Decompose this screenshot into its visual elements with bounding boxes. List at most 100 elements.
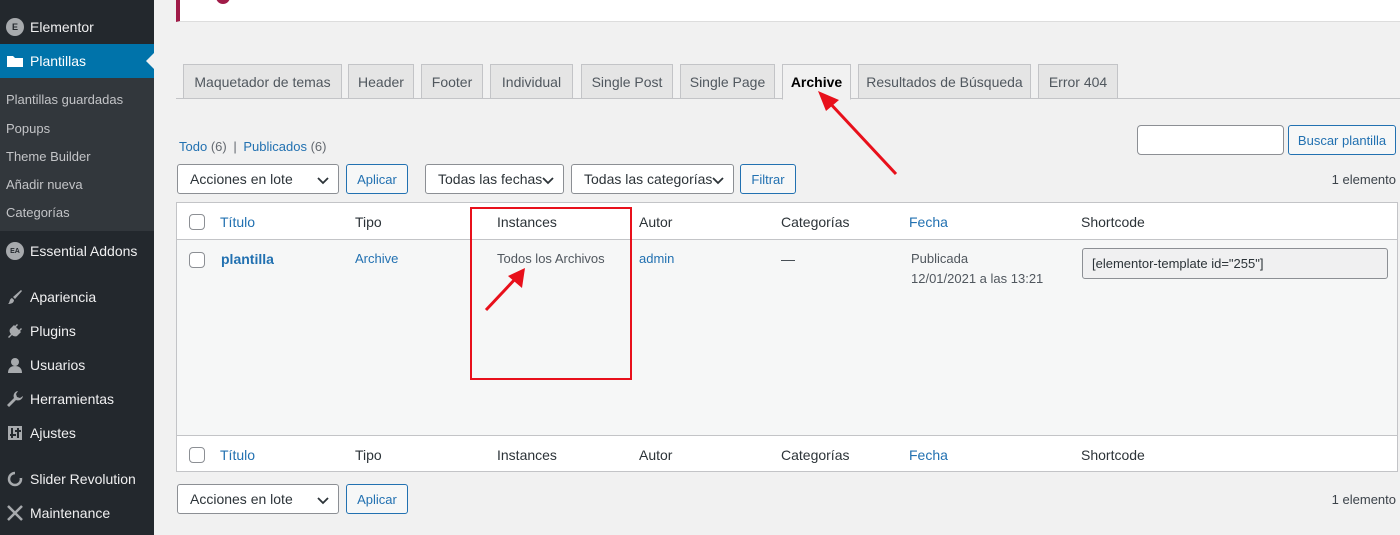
filter-todo-count: (6): [210, 139, 227, 154]
row-checkbox[interactable]: [189, 252, 205, 268]
menu-plantillas-label: Plantillas: [30, 53, 87, 69]
refresh-icon: [0, 470, 30, 488]
settings-icon: [0, 424, 30, 442]
column-instances-footer: Instances: [497, 447, 557, 463]
menu-ajustes-label: Ajustes: [30, 425, 76, 441]
menu-slider-revolution[interactable]: Slider Revolution: [0, 462, 154, 496]
paintbrush-icon: [0, 288, 30, 306]
row-status: Publicada: [911, 251, 969, 266]
bulk-actions-value: Acciones en lote: [190, 171, 293, 187]
table-footer: Título Tipo Instances Autor Categorías F…: [177, 435, 1397, 472]
menu-herramientas[interactable]: Herramientas: [0, 382, 154, 416]
row-categories: —: [781, 251, 795, 267]
menu-essential-addons[interactable]: EA Essential Addons: [0, 234, 154, 268]
notice-logo-icon: [216, 0, 230, 4]
tab-single-post[interactable]: Single Post: [581, 64, 673, 99]
column-author-footer: Autor: [639, 447, 673, 463]
apply-button-bottom[interactable]: Aplicar: [346, 484, 408, 514]
menu-herramientas-label: Herramientas: [30, 391, 115, 407]
tab-single-page[interactable]: Single Page: [680, 64, 775, 99]
submenu-popups[interactable]: Popups: [6, 121, 50, 136]
menu-essential-label: Essential Addons: [30, 243, 138, 259]
table-row: plantilla Archive Todos los Archivos adm…: [177, 240, 1397, 435]
submenu-theme-builder[interactable]: Theme Builder: [6, 149, 91, 164]
tab-resultados-busqueda[interactable]: Resultados de Búsqueda: [858, 64, 1031, 99]
column-title-footer[interactable]: Título: [220, 447, 255, 463]
shortcode-value: [elementor-template id="255"]: [1092, 256, 1264, 271]
menu-maintenance[interactable]: Maintenance: [0, 496, 154, 530]
categories-filter-value: Todas las categorías: [584, 171, 713, 187]
tab-error-404[interactable]: Error 404: [1038, 64, 1118, 99]
submenu-categorias[interactable]: Categorías: [6, 205, 70, 220]
column-categories: Categorías: [781, 214, 850, 230]
submenu-anadir-nueva[interactable]: Añadir nueva: [6, 177, 83, 192]
folder-icon: [0, 54, 30, 68]
tab-header[interactable]: Header: [348, 64, 414, 99]
bulk-actions-value-bottom: Acciones en lote: [190, 491, 293, 507]
menu-usuarios-label: Usuarios: [30, 357, 86, 373]
column-date[interactable]: Fecha: [909, 214, 948, 230]
select-all-checkbox-footer[interactable]: [189, 447, 205, 463]
chevron-down-icon: [542, 177, 554, 185]
status-filters: Todo (6) | Publicados (6): [179, 139, 326, 154]
plantillas-submenu: Plantillas guardadas Popups Theme Builde…: [0, 78, 154, 231]
row-author-link[interactable]: admin: [639, 251, 674, 266]
column-type: Tipo: [355, 214, 382, 230]
elementor-icon: E: [0, 18, 30, 36]
column-shortcode-footer: Shortcode: [1081, 447, 1145, 463]
search-input[interactable]: [1137, 125, 1284, 155]
column-shortcode: Shortcode: [1081, 214, 1145, 230]
tab-footer[interactable]: Footer: [421, 64, 483, 99]
items-count-bottom: 1 elemento: [1331, 492, 1396, 507]
filter-publicados-count: (6): [310, 139, 327, 154]
chevron-down-icon: [317, 497, 329, 505]
annotation-arrow-archive-tab: [818, 91, 898, 176]
admin-notice: [176, 0, 1400, 22]
tools-icon: [0, 504, 30, 522]
column-author: Autor: [639, 214, 673, 230]
menu-usuarios[interactable]: Usuarios: [0, 348, 154, 382]
table-header: Título Tipo Instances Autor Categorías F…: [177, 203, 1397, 240]
row-type-link[interactable]: Archive: [355, 251, 398, 266]
menu-ajustes[interactable]: Ajustes: [0, 416, 154, 450]
menu-plantillas[interactable]: Plantillas: [0, 44, 154, 78]
tab-archive[interactable]: Archive: [782, 64, 851, 100]
tab-individual[interactable]: Individual: [490, 64, 573, 99]
menu-plugins-label: Plugins: [30, 323, 76, 339]
bulk-actions-select-bottom[interactable]: Acciones en lote: [177, 484, 339, 514]
menu-elementor[interactable]: E Elementor: [0, 10, 154, 44]
categories-filter-select[interactable]: Todas las categorías: [571, 164, 734, 194]
menu-apariencia-label: Apariencia: [30, 289, 97, 305]
chevron-down-icon: [712, 177, 724, 185]
search-templates-button[interactable]: Buscar plantilla: [1288, 125, 1396, 155]
column-title[interactable]: Título: [220, 214, 255, 230]
user-icon: [0, 356, 30, 374]
menu-plugins[interactable]: Plugins: [0, 314, 154, 348]
menu-elementor-label: Elementor: [30, 19, 94, 35]
menu-slider-label: Slider Revolution: [30, 471, 136, 487]
row-title-link[interactable]: plantilla: [221, 251, 274, 267]
templates-table: Título Tipo Instances Autor Categorías F…: [176, 202, 1398, 472]
admin-sidebar: E Elementor Plantillas Plantillas guarda…: [0, 0, 154, 535]
column-type-footer: Tipo: [355, 447, 382, 463]
dates-filter-select[interactable]: Todas las fechas: [425, 164, 564, 194]
select-all-checkbox[interactable]: [189, 214, 205, 230]
items-count-top: 1 elemento: [1331, 172, 1396, 187]
filter-button[interactable]: Filtrar: [740, 164, 796, 194]
column-date-footer[interactable]: Fecha: [909, 447, 948, 463]
chevron-down-icon: [317, 177, 329, 185]
tab-maquetador[interactable]: Maquetador de temas: [183, 64, 342, 99]
filter-publicados[interactable]: Publicados: [243, 139, 307, 154]
annotation-highlight-box: [470, 207, 632, 380]
filter-todo[interactable]: Todo: [179, 139, 207, 154]
dates-filter-value: Todas las fechas: [438, 171, 543, 187]
shortcode-field[interactable]: [elementor-template id="255"]: [1082, 248, 1388, 279]
plug-icon: [0, 322, 30, 340]
menu-apariencia[interactable]: Apariencia: [0, 280, 154, 314]
essential-addons-icon: EA: [0, 242, 30, 260]
filter-separator: |: [233, 139, 237, 154]
bulk-actions-select-top[interactable]: Acciones en lote: [177, 164, 339, 194]
apply-button-top[interactable]: Aplicar: [346, 164, 408, 194]
wrench-icon: [0, 390, 30, 408]
submenu-plantillas-guardadas[interactable]: Plantillas guardadas: [6, 92, 123, 107]
